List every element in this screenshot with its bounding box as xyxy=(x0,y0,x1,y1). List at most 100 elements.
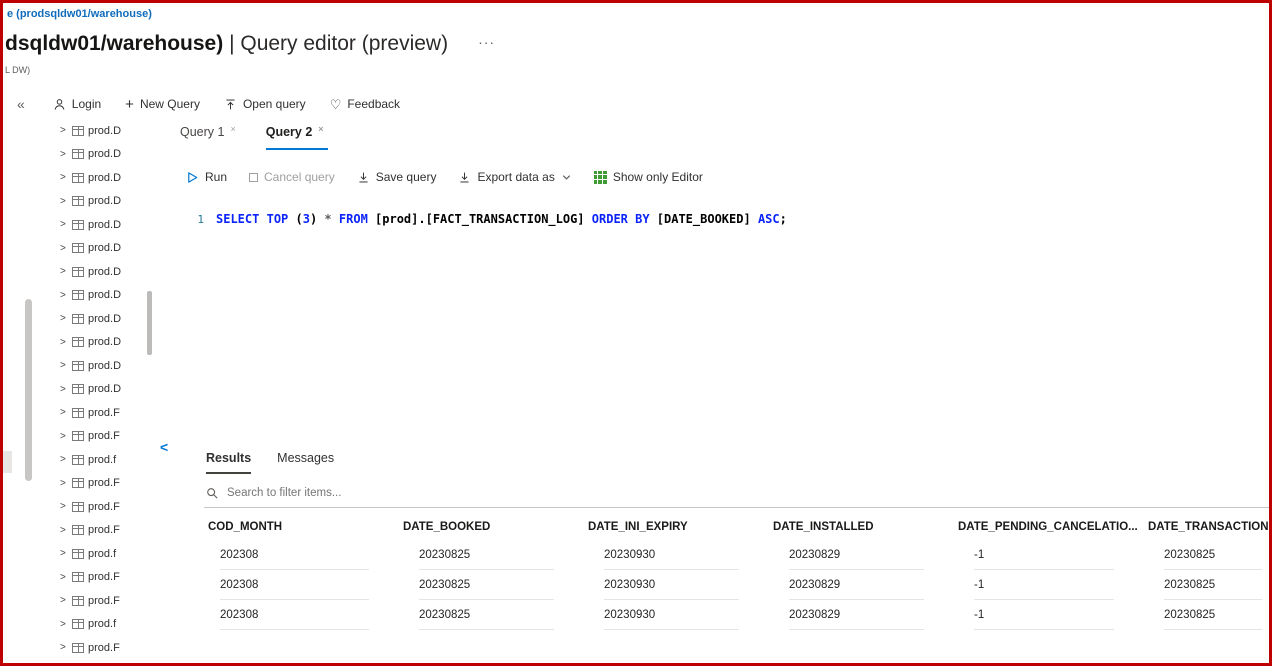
chevron-right-icon[interactable]: > xyxy=(60,572,68,583)
chevron-right-icon[interactable]: > xyxy=(60,595,68,606)
tree-item[interactable]: >prod.D xyxy=(60,260,172,284)
download-icon xyxy=(458,171,471,184)
chevron-right-icon[interactable]: > xyxy=(60,548,68,559)
column-header[interactable]: DATE_PENDING_CANCELATIO... xyxy=(958,510,1148,541)
tree-item[interactable]: >prod.F xyxy=(60,472,172,496)
column-header[interactable]: DATE_TRANSACTION xyxy=(1148,510,1272,541)
open-query-button[interactable]: Open query xyxy=(224,97,306,111)
sql-token: 3 xyxy=(303,212,310,226)
chevron-right-icon[interactable]: > xyxy=(60,219,68,230)
column-header[interactable]: COD_MONTH xyxy=(178,510,403,541)
more-options-button[interactable]: ··· xyxy=(478,34,495,50)
tab-results[interactable]: Results xyxy=(206,451,251,474)
table-icon xyxy=(72,455,84,465)
tab-messages[interactable]: Messages xyxy=(277,451,334,474)
table-cell: 20230825 xyxy=(403,601,588,631)
table-cell: 20230930 xyxy=(588,541,773,571)
run-button[interactable]: Run xyxy=(186,170,227,184)
tree-item[interactable]: >prod.D xyxy=(60,354,172,378)
play-icon xyxy=(186,171,199,184)
tree-item[interactable]: > prod.F xyxy=(60,566,172,590)
tree-item[interactable]: >prod.F xyxy=(60,519,172,543)
chevron-right-icon[interactable]: > xyxy=(60,313,68,324)
search-input[interactable] xyxy=(225,486,1272,500)
table-row[interactable]: 202308202308252023093020230829-120230825 xyxy=(178,541,1272,571)
sql-editor[interactable]: 1 SELECT TOP (3) * FROM [prod].[FACT_TRA… xyxy=(178,198,1272,414)
page-title: dsqldw01/warehouse) | Query editor (prev… xyxy=(5,32,495,56)
tree-item[interactable]: >prod.f xyxy=(60,613,172,637)
sql-token xyxy=(259,212,266,226)
table-cell: 20230825 xyxy=(1148,571,1272,601)
tree-item[interactable]: >prod.F xyxy=(60,589,172,613)
new-query-button[interactable]: + New Query xyxy=(125,97,200,112)
query-tab[interactable]: Query 1× xyxy=(180,119,240,150)
show-only-editor-button[interactable]: Show only Editor xyxy=(594,170,703,184)
tree-item[interactable]: >prod. xyxy=(60,660,172,664)
tree-item-label: prod.F xyxy=(88,571,120,583)
feedback-button[interactable]: ♡ Feedback xyxy=(330,97,400,111)
login-label: Login xyxy=(72,97,101,111)
chevron-right-icon[interactable]: > xyxy=(60,149,68,160)
tree-item[interactable]: >prod.D xyxy=(60,284,172,308)
breadcrumb-link[interactable]: e (prodsqldw01/warehouse) xyxy=(7,8,152,20)
chevron-right-icon[interactable]: > xyxy=(60,431,68,442)
collapse-results-chevron-icon[interactable]: < xyxy=(160,439,168,455)
chevron-right-icon[interactable]: > xyxy=(60,360,68,371)
tree-scrollbar-thumb[interactable] xyxy=(147,291,152,355)
cancel-query-button[interactable]: Cancel query xyxy=(249,170,335,184)
tree-item[interactable]: >prod.D xyxy=(60,331,172,355)
tree-item[interactable]: >prod.F xyxy=(60,401,172,425)
chevron-right-icon[interactable]: > xyxy=(60,501,68,512)
tree-item[interactable]: > prod.D xyxy=(60,143,172,167)
chevron-right-icon[interactable]: > xyxy=(60,337,68,348)
table-cell: 20230825 xyxy=(403,541,588,571)
chevron-right-icon[interactable]: > xyxy=(60,290,68,301)
chevron-right-icon[interactable]: > xyxy=(60,619,68,630)
close-icon[interactable]: × xyxy=(318,124,323,134)
chevron-right-icon[interactable]: > xyxy=(60,454,68,465)
tree-item[interactable]: >prod.D xyxy=(60,119,172,143)
save-query-button[interactable]: Save query xyxy=(357,170,437,184)
line-number: 1 xyxy=(178,212,204,226)
chevron-right-icon[interactable]: > xyxy=(60,478,68,489)
export-data-button[interactable]: Export data as xyxy=(458,170,571,184)
chevron-right-icon[interactable]: > xyxy=(60,525,68,536)
chevron-right-icon[interactable]: > xyxy=(60,125,68,136)
column-header[interactable]: DATE_INSTALLED xyxy=(773,510,958,541)
tree-item[interactable]: >prod.D xyxy=(60,213,172,237)
table-row[interactable]: 202308202308252023093020230829-120230825 xyxy=(178,571,1272,601)
chevron-right-icon[interactable]: > xyxy=(60,266,68,277)
column-header[interactable]: DATE_BOOKED xyxy=(403,510,588,541)
page-title-resource: dsqldw01/warehouse) xyxy=(5,32,223,55)
tree-item[interactable]: >prod.F xyxy=(60,425,172,449)
chevron-right-icon[interactable]: > xyxy=(60,243,68,254)
tree-item[interactable]: >prod.D xyxy=(60,307,172,331)
table-cell: 20230829 xyxy=(773,601,958,631)
tree-item[interactable]: >prod.D xyxy=(60,237,172,261)
login-button[interactable]: Login xyxy=(53,97,101,111)
chevron-right-icon[interactable]: > xyxy=(60,642,68,653)
tree-item[interactable]: >prod.f xyxy=(60,448,172,472)
column-header[interactable]: DATE_INI_EXPIRY xyxy=(588,510,773,541)
tree-item[interactable]: >prod.F xyxy=(60,636,172,660)
chevron-right-icon[interactable]: > xyxy=(60,407,68,418)
collapse-menu-icon[interactable]: « xyxy=(17,96,25,112)
sql-token: ) xyxy=(310,212,324,226)
chevron-right-icon[interactable]: > xyxy=(60,196,68,207)
tree-item[interactable]: >prod.F xyxy=(60,495,172,519)
query-tab[interactable]: Query 2× xyxy=(266,119,328,150)
tree-item[interactable]: >prod.f xyxy=(60,542,172,566)
tree-item[interactable]: >prod.D xyxy=(60,378,172,402)
tree-item[interactable]: >prod.D xyxy=(60,190,172,214)
left-vertical-scrollbar[interactable] xyxy=(25,299,32,481)
stop-icon xyxy=(249,173,258,182)
tree-item[interactable]: >prod.D xyxy=(60,166,172,190)
close-icon[interactable]: × xyxy=(230,124,235,134)
left-panel-stub xyxy=(3,451,12,473)
tree-item-label: prod.D xyxy=(88,148,121,160)
table-icon xyxy=(72,126,84,136)
chevron-right-icon[interactable]: > xyxy=(60,384,68,395)
page-title-blade: | Query editor (preview) xyxy=(223,32,448,55)
table-row[interactable]: 202308202308252023093020230829-120230825 xyxy=(178,601,1272,631)
chevron-right-icon[interactable]: > xyxy=(60,172,68,183)
